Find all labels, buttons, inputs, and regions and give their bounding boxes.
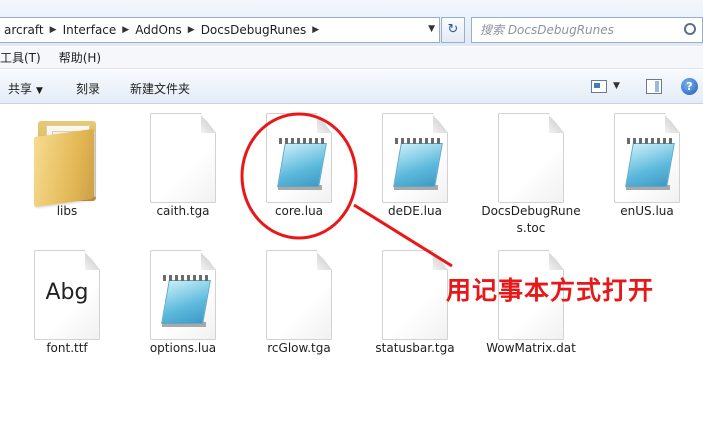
notepad-icon xyxy=(266,113,332,203)
notepad-icon xyxy=(614,113,680,203)
address-bar-area: arcraft ▶ Interface ▶ AddOns ▶ DocsDebug… xyxy=(0,0,703,46)
notepad-icon xyxy=(382,113,448,203)
blank-file-icon xyxy=(266,250,332,340)
breadcrumb-item[interactable]: DocsDebugRunes xyxy=(197,23,311,37)
chevron-down-icon[interactable]: ▼ xyxy=(613,81,620,91)
chevron-down-icon[interactable]: ▼ xyxy=(428,24,435,34)
menu-bar: 工具(T) 帮助(H) xyxy=(0,47,703,69)
file-item-core[interactable]: core.lua xyxy=(249,113,349,220)
new-folder-button[interactable]: 新建文件夹 xyxy=(130,80,190,97)
folder-icon xyxy=(32,113,102,208)
chevron-right-icon[interactable]: ▶ xyxy=(186,25,197,35)
file-item-dede[interactable]: deDE.lua xyxy=(365,113,465,220)
font-preview: Abg xyxy=(45,280,89,305)
file-item-toc[interactable]: DocsDebugRunes.toc xyxy=(481,113,581,237)
blank-file-icon xyxy=(150,113,216,203)
file-item-caith[interactable]: caith.tga xyxy=(133,113,233,220)
search-icon[interactable] xyxy=(684,23,696,35)
file-item-options[interactable]: options.lua xyxy=(133,250,233,357)
search-placeholder: 搜索 DocsDebugRunes xyxy=(480,23,614,37)
help-icon[interactable]: ? xyxy=(681,78,698,95)
file-item-enus[interactable]: enUS.lua xyxy=(597,113,697,220)
file-item-libs[interactable]: libs xyxy=(17,113,117,220)
file-name: enUS.lua xyxy=(620,204,674,218)
file-name: caith.tga xyxy=(156,204,210,218)
file-item-rcglow[interactable]: rcGlow.tga xyxy=(249,250,349,357)
file-name: libs xyxy=(56,204,78,218)
menu-item-tools[interactable]: 工具(T) xyxy=(0,49,47,66)
preview-pane-icon[interactable] xyxy=(646,79,662,94)
breadcrumb-item[interactable]: AddOns xyxy=(131,23,186,37)
file-name: statusbar.tga xyxy=(375,341,455,355)
refresh-button[interactable]: ↻ xyxy=(441,17,465,43)
blank-file-icon xyxy=(382,250,448,340)
chevron-right-icon[interactable]: ▶ xyxy=(310,25,321,35)
command-bar: 共享 ▼ 刻录 新建文件夹 ▼ ? xyxy=(0,70,703,104)
font-file-icon: Abg xyxy=(34,250,100,340)
refresh-icon: ↻ xyxy=(447,22,459,37)
file-name: options.lua xyxy=(149,341,217,355)
file-name: font.ttf xyxy=(46,341,88,355)
breadcrumb[interactable]: arcraft ▶ Interface ▶ AddOns ▶ DocsDebug… xyxy=(0,17,440,43)
blank-file-icon xyxy=(498,113,564,203)
menu-item-help[interactable]: 帮助(H) xyxy=(59,49,107,66)
file-name: deDE.lua xyxy=(388,204,442,218)
share-button[interactable]: 共享 ▼ xyxy=(8,80,43,97)
file-name: rcGlow.tga xyxy=(267,341,331,355)
change-view-icon[interactable] xyxy=(591,80,607,93)
chevron-right-icon[interactable]: ▶ xyxy=(48,25,59,35)
chevron-right-icon[interactable]: ▶ xyxy=(120,25,131,35)
share-label: 共享 xyxy=(8,82,33,96)
breadcrumb-item[interactable]: arcraft xyxy=(0,23,48,37)
notepad-icon xyxy=(150,250,216,340)
explorer-window: arcraft ▶ Interface ▶ AddOns ▶ DocsDebug… xyxy=(0,0,703,437)
file-name: WowMatrix.dat xyxy=(486,341,576,355)
chevron-down-icon: ▼ xyxy=(36,86,43,96)
breadcrumb-item[interactable]: Interface xyxy=(59,23,121,37)
search-input[interactable]: 搜索 DocsDebugRunes xyxy=(471,17,703,43)
file-name: DocsDebugRunes.toc xyxy=(481,204,581,235)
burn-button[interactable]: 刻录 xyxy=(76,80,100,97)
annotation-text: 用记事本方式打开 xyxy=(446,276,655,305)
file-name: core.lua xyxy=(274,204,324,218)
file-item-font[interactable]: Abg font.ttf xyxy=(17,250,117,357)
